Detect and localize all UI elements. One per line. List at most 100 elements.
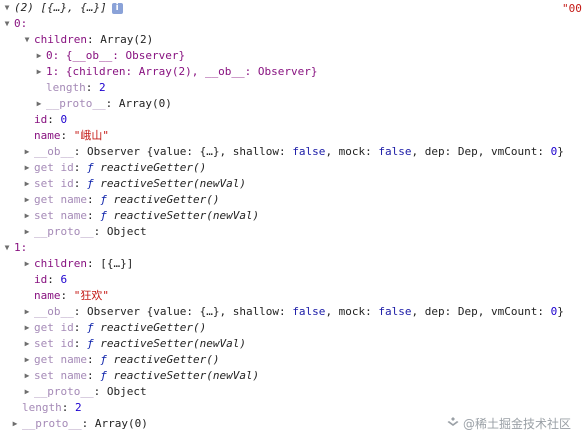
item-1-index: 1: <box>14 241 28 254</box>
expand-down-icon[interactable]: ▼ <box>2 16 12 32</box>
children-value: [{…}] <box>100 257 134 270</box>
ob-mock-label: , mock: <box>325 305 379 318</box>
ob-shallow: false <box>292 305 326 318</box>
item-1-row[interactable]: ▼ 1: <box>2 240 28 256</box>
set-id-key: set id <box>34 337 74 350</box>
ob-mock: false <box>378 305 412 318</box>
item-1-set-id-row[interactable]: ▶ set id: ƒ reactiveSetter(newVal) <box>22 336 246 352</box>
setter-fn: reactiveSetter(newVal) <box>113 209 260 222</box>
expand-right-icon[interactable]: ▶ <box>34 64 44 80</box>
function-glyph: ƒ <box>100 369 107 382</box>
expand-right-icon[interactable]: ▶ <box>22 320 32 336</box>
proto-value: Array(0) <box>94 417 148 430</box>
get-id-key: get id <box>34 321 74 334</box>
item-0-row[interactable]: ▼ 0: <box>2 16 28 32</box>
setter-fn: reactiveSetter(newVal) <box>100 177 246 190</box>
item-1-get-name-row[interactable]: ▶ get name: ƒ reactiveGetter() <box>22 352 220 368</box>
function-glyph: ƒ <box>87 177 94 190</box>
proto-value: Object <box>106 385 147 398</box>
get-name-key: get name <box>34 353 87 366</box>
expand-right-icon[interactable]: ▶ <box>34 48 44 64</box>
ob-mock-label: , mock: <box>325 145 379 158</box>
name-key: name <box>34 129 61 142</box>
expand-right-icon[interactable]: ▶ <box>22 144 32 160</box>
setter-fn: reactiveSetter(newVal) <box>100 337 246 350</box>
expand-right-icon[interactable]: ▶ <box>22 224 32 240</box>
children-value: Array(2) <box>100 33 154 46</box>
ob-shallow: false <box>292 145 326 158</box>
name-value: "狂欢" <box>73 289 109 302</box>
item-1-set-name-row[interactable]: ▶ set name: ƒ reactiveSetter(newVal) <box>22 368 260 384</box>
array-summary: (2) [{…}, {…}] <box>14 1 107 14</box>
expand-right-icon[interactable]: ▶ <box>22 176 32 192</box>
expand-right-icon[interactable]: ▶ <box>22 352 32 368</box>
expand-right-icon[interactable]: ▶ <box>22 336 32 352</box>
ob-key: __ob__ <box>34 145 74 158</box>
root-length-row: length: 2 <box>22 401 82 414</box>
getter-fn: reactiveGetter() <box>100 321 207 334</box>
function-glyph: ƒ <box>87 161 94 174</box>
item-1-ob-row[interactable]: ▶ __ob__: Observer {value: {…}, shallow:… <box>22 304 564 320</box>
name-row: name: "峨山" <box>34 129 109 142</box>
get-id-row[interactable]: ▶ get id: ƒ reactiveGetter() <box>22 160 207 176</box>
get-id-key: get id <box>34 161 74 174</box>
item-1-name-row: name: "狂欢" <box>34 289 109 302</box>
expand-right-icon[interactable]: ▶ <box>10 416 20 432</box>
length-value: 2 <box>75 401 82 414</box>
function-glyph: ƒ <box>100 209 107 222</box>
getter-fn: reactiveGetter() <box>100 161 207 174</box>
name-key: name <box>34 289 61 302</box>
proto-key: __proto__ <box>34 385 94 398</box>
array-summary-row[interactable]: ▼ (2) [{…}, {…}] i <box>2 0 123 16</box>
children-length-row: length: 2 <box>46 81 106 94</box>
get-name-key: get name <box>34 193 87 206</box>
expand-down-icon[interactable]: ▼ <box>2 240 12 256</box>
ob-prefix: Observer {value: {…}, shallow: <box>87 305 293 318</box>
children-proto-row[interactable]: ▶ __proto__: Array(0) <box>34 96 172 112</box>
proto-value: Object <box>106 225 147 238</box>
ob-row[interactable]: ▶ __ob__: Observer {value: {…}, shallow:… <box>22 144 564 160</box>
set-name-row[interactable]: ▶ set name: ƒ reactiveSetter(newVal) <box>22 208 260 224</box>
ob-mock: false <box>378 145 412 158</box>
watermark-logo-icon <box>446 416 463 431</box>
id-value: 6 <box>60 273 68 286</box>
proto-key: __proto__ <box>34 225 94 238</box>
ob-close: } <box>557 305 564 318</box>
item-0-index: 0: <box>14 17 28 30</box>
item-0-proto-row[interactable]: ▶ __proto__: Object <box>22 224 147 240</box>
length-key: length <box>22 401 62 414</box>
expand-down-icon[interactable]: ▼ <box>2 0 12 16</box>
name-value: "峨山" <box>73 129 109 142</box>
length-key: length <box>46 81 86 94</box>
ob-vmcount: 0 <box>550 145 558 158</box>
expand-right-icon[interactable]: ▶ <box>22 256 32 272</box>
children-entry-1-text: 1: {children: Array(2), __ob__: Observer… <box>46 65 318 78</box>
item-1-children-row[interactable]: ▶ children: [{…}] <box>22 256 134 272</box>
expand-right-icon[interactable]: ▶ <box>22 384 32 400</box>
expand-right-icon[interactable]: ▶ <box>22 304 32 320</box>
expand-right-icon[interactable]: ▶ <box>34 96 44 112</box>
info-icon[interactable]: i <box>111 2 123 14</box>
children-entry-1[interactable]: ▶ 1: {children: Array(2), __ob__: Observ… <box>34 64 318 80</box>
expand-right-icon[interactable]: ▶ <box>22 192 32 208</box>
item-1-proto-row[interactable]: ▶ __proto__: Object <box>22 384 147 400</box>
id-row: id: 0 <box>34 113 68 126</box>
function-glyph: ƒ <box>100 193 107 206</box>
id-key: id <box>34 273 48 286</box>
proto-value: Array(0) <box>118 97 172 110</box>
expand-right-icon[interactable]: ▶ <box>22 208 32 224</box>
set-id-row[interactable]: ▶ set id: ƒ reactiveSetter(newVal) <box>22 176 246 192</box>
children-key: children <box>34 257 87 270</box>
expand-right-icon[interactable]: ▶ <box>22 160 32 176</box>
clipped-string-value: "00 <box>562 2 582 15</box>
children-entry-0[interactable]: ▶ 0: {__ob__: Observer} <box>34 48 186 64</box>
expand-down-icon[interactable]: ▼ <box>22 32 32 48</box>
ob-vmcount: 0 <box>550 305 558 318</box>
id-value: 0 <box>60 113 68 126</box>
root-proto-row[interactable]: ▶ __proto__: Array(0) <box>10 416 148 432</box>
expand-right-icon[interactable]: ▶ <box>22 368 32 384</box>
id-key: id <box>34 113 48 126</box>
item-1-get-id-row[interactable]: ▶ get id: ƒ reactiveGetter() <box>22 320 207 336</box>
get-name-row[interactable]: ▶ get name: ƒ reactiveGetter() <box>22 192 220 208</box>
children-row[interactable]: ▼ children: Array(2) <box>22 32 154 48</box>
